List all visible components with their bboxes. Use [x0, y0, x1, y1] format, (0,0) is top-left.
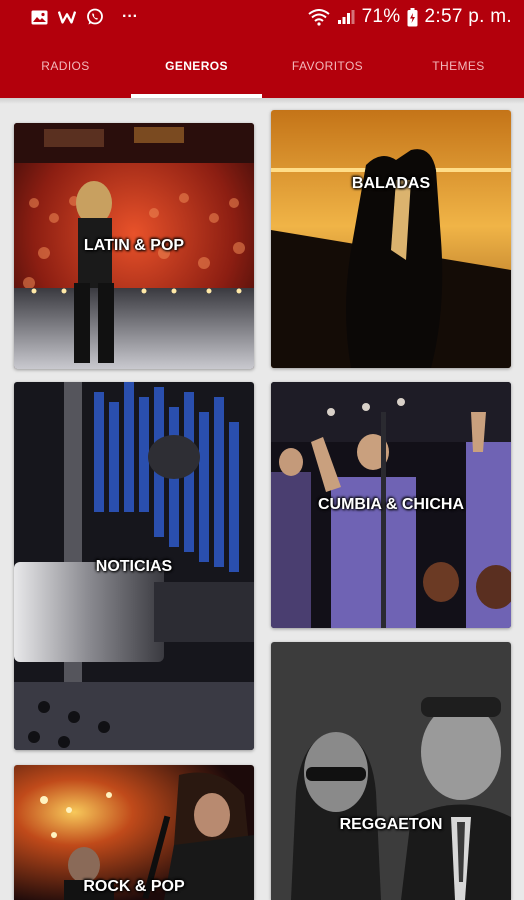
- tab-label: GENEROS: [165, 59, 228, 73]
- tab-themes[interactable]: THEMES: [393, 34, 524, 98]
- clock: 2:57 p. m.: [424, 6, 512, 27]
- status-bar-left: ···: [30, 8, 138, 26]
- genre-label: LATIN & POP: [83, 237, 185, 254]
- genre-label: REGGAETON: [339, 816, 443, 833]
- artists-bw-image: [271, 642, 511, 900]
- genre-label: BALADAS: [351, 175, 431, 192]
- genre-card-noticias[interactable]: NOTICIAS: [14, 382, 254, 750]
- tab-bar: RADIOS GENEROS FAVORITOS THEMES: [0, 34, 524, 98]
- more-icon: ···: [122, 8, 138, 25]
- battery-percent: 71%: [361, 6, 401, 27]
- genre-card-reggaeton[interactable]: REGGAETON: [271, 642, 511, 900]
- genre-card-cumbia-chicha[interactable]: CUMBIA & CHICHA: [271, 382, 511, 628]
- sunset-couple-image: [271, 110, 511, 368]
- tab-radios[interactable]: RADIOS: [0, 34, 131, 98]
- status-bar-right: 71% 2:57 p. m.: [307, 6, 512, 28]
- status-bar: ··· 71% 2:57 p. m.: [0, 0, 524, 34]
- tab-bar-shadow: [0, 98, 524, 104]
- tab-favoritos[interactable]: FAVORITOS: [262, 34, 393, 98]
- genre-label: CUMBIA & CHICHA: [317, 496, 465, 513]
- battery-icon: [407, 7, 419, 26]
- tab-label: RADIOS: [41, 59, 90, 73]
- genre-card-latin-pop[interactable]: LATIN & POP: [14, 123, 254, 369]
- genre-card-rock-pop[interactable]: ROCK & POP: [14, 765, 254, 900]
- tab-generos[interactable]: GENEROS: [131, 34, 262, 98]
- tab-label: FAVORITOS: [291, 59, 364, 73]
- image-icon: [30, 8, 48, 26]
- signal-icon: [336, 8, 356, 26]
- genre-label: NOTICIAS: [95, 558, 173, 575]
- genre-label: ROCK & POP: [83, 878, 185, 895]
- wifi-icon: [307, 8, 330, 26]
- genre-card-baladas[interactable]: BALADAS: [271, 110, 511, 368]
- whatsapp-icon: [86, 8, 104, 26]
- tab-label: THEMES: [432, 59, 485, 73]
- w-app-icon: [58, 8, 76, 26]
